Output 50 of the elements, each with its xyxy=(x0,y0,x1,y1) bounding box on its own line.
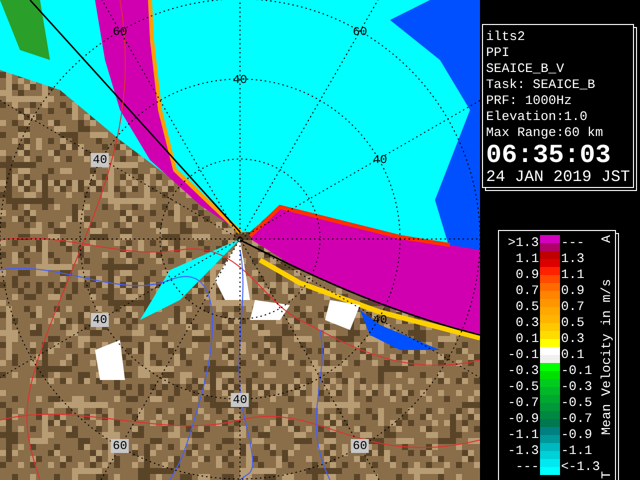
scale-label: --- xyxy=(561,235,586,251)
legend-title: Mean Velocity in m/s xyxy=(599,278,615,436)
scale-label: -1.1 xyxy=(508,427,539,443)
range-label: 60 xyxy=(352,25,368,39)
scale-label: <-1.3 xyxy=(561,459,599,475)
scale-label: 0.9 xyxy=(561,283,586,299)
info-text: PPI xyxy=(486,45,510,61)
scale-label: 0.7 xyxy=(561,299,586,315)
range-label: 60 xyxy=(350,439,370,453)
scale-label: 0.3 xyxy=(516,315,539,331)
scale-label: -0.1 xyxy=(561,363,594,379)
info-text: ilts2 xyxy=(486,29,526,45)
legend-mark: A xyxy=(599,235,615,243)
info-text: Elevation:1.0 xyxy=(486,109,588,125)
scale-label: 1.1 xyxy=(516,251,539,267)
scale-label: 0.5 xyxy=(516,299,539,315)
scale-label: -0.5 xyxy=(508,379,539,395)
scale-label: 0.7 xyxy=(516,283,539,299)
info-text: PRF: 1000Hz xyxy=(486,93,573,109)
scale-label: 0.3 xyxy=(561,331,586,347)
legend-mark: T xyxy=(599,471,615,479)
info-text: Max Range:60 km xyxy=(486,125,604,141)
scale-label: 0.1 xyxy=(561,347,586,363)
info-text: SEAICE_B_V xyxy=(486,61,566,77)
scale-label: 0.1 xyxy=(516,331,539,347)
scale-label: >1.3 xyxy=(508,235,539,251)
range-label: 40 xyxy=(230,393,250,407)
range-label: 40 xyxy=(232,73,248,87)
range-label: 40 xyxy=(90,153,110,167)
scale-label: 0.5 xyxy=(561,315,586,331)
scale-label: -0.7 xyxy=(508,395,539,411)
scale-label: -1.3 xyxy=(508,443,539,459)
time-text: 06:35:03 xyxy=(486,142,612,168)
scale-label: -1.1 xyxy=(561,443,594,459)
scale-label: 1.3 xyxy=(561,251,586,267)
range-label: 60 xyxy=(110,439,130,453)
scale-label: -0.9 xyxy=(561,427,594,443)
scale-label: --- xyxy=(516,459,539,475)
scale-label: -0.3 xyxy=(508,363,539,379)
range-label: 40 xyxy=(90,313,110,327)
scale-label: -0.3 xyxy=(561,379,594,395)
scale-label: -0.9 xyxy=(508,411,539,427)
range-label: 40 xyxy=(372,153,388,167)
info-text: Task: SEAICE_B xyxy=(486,77,596,93)
scale-label: -0.5 xyxy=(561,395,594,411)
scale-label: 1.1 xyxy=(561,267,586,283)
scale-label: 0.9 xyxy=(516,267,539,283)
scale-label: -0.1 xyxy=(508,347,539,363)
date-text: 24 JAN 2019 JST xyxy=(486,168,632,186)
scale-label: -0.7 xyxy=(561,411,594,427)
